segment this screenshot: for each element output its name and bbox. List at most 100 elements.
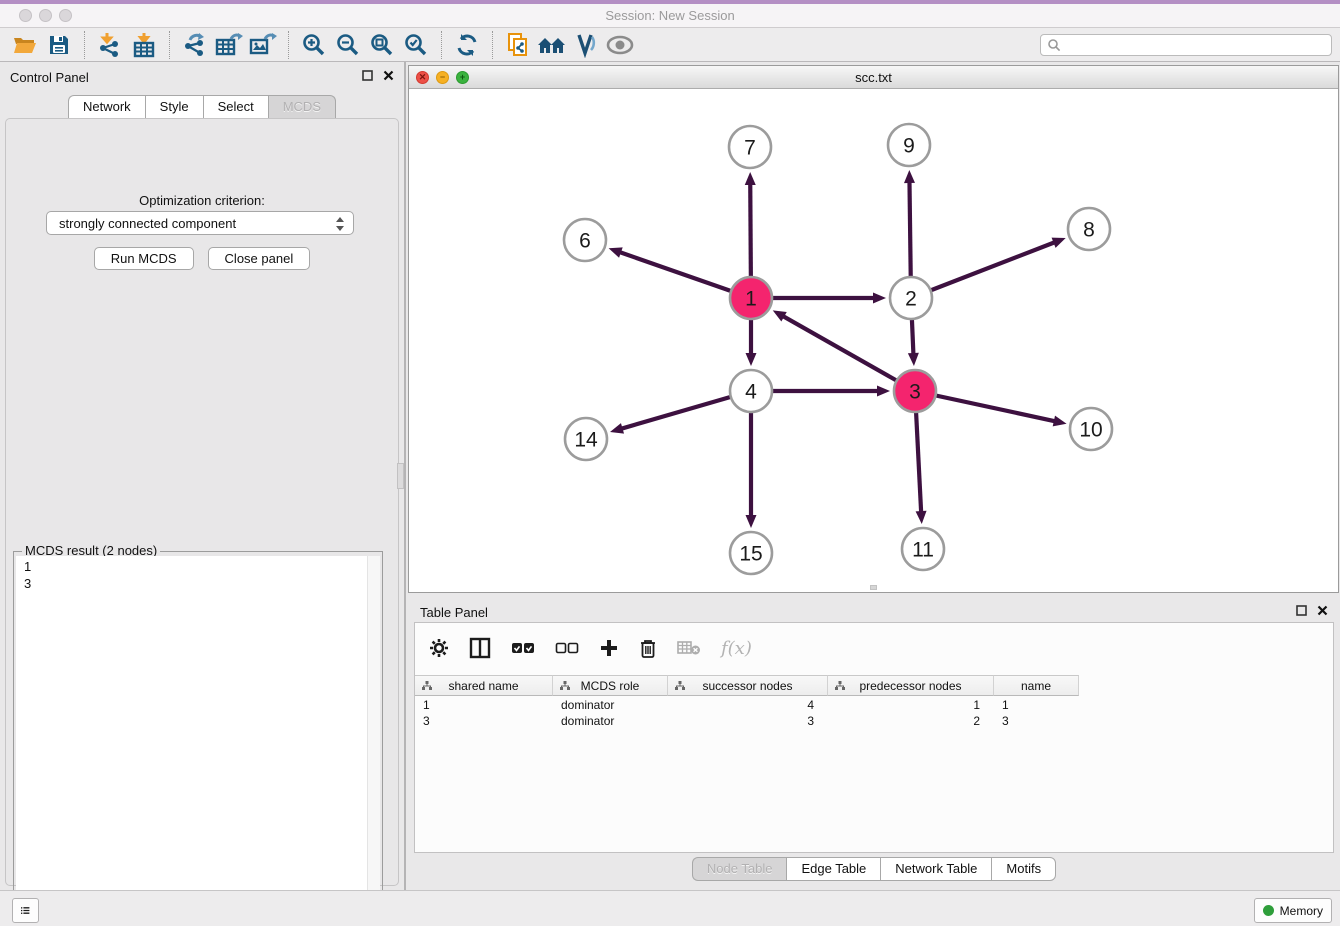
cell-name[interactable]: 3 xyxy=(994,713,1079,729)
cell-successor-nodes[interactable]: 3 xyxy=(668,713,828,729)
zoom-selected-icon[interactable] xyxy=(399,30,433,60)
graph-edge-arrowhead xyxy=(877,386,890,397)
tab-style[interactable]: Style xyxy=(145,95,203,118)
close-icon[interactable] xyxy=(1317,605,1328,616)
table-row[interactable]: 3dominator323 xyxy=(415,713,1079,729)
graph-edge-arrowhead xyxy=(873,293,886,304)
zoom-fit-icon[interactable] xyxy=(365,30,399,60)
tab-node-table[interactable]: Node Table xyxy=(692,857,787,881)
columns-icon[interactable] xyxy=(469,637,491,659)
splitter-handle[interactable] xyxy=(397,463,404,489)
clone-network-icon[interactable] xyxy=(501,30,535,60)
task-history-button[interactable] xyxy=(12,898,39,923)
close-panel-button[interactable]: Close panel xyxy=(208,247,311,270)
open-folder-icon[interactable] xyxy=(8,30,42,60)
cell-predecessor-nodes[interactable]: 2 xyxy=(828,713,994,729)
settings-gear-icon[interactable] xyxy=(429,638,449,658)
graph-node-label-1: 1 xyxy=(745,288,757,311)
trash-icon[interactable] xyxy=(639,638,657,659)
zoom-in-icon[interactable] xyxy=(297,30,331,60)
zoom-out-icon[interactable] xyxy=(331,30,365,60)
tab-motifs[interactable]: Motifs xyxy=(991,857,1056,881)
criterion-value: strongly connected component xyxy=(59,216,236,231)
search-input[interactable] xyxy=(1061,38,1325,52)
float-window-icon[interactable] xyxy=(362,70,373,81)
tab-network[interactable]: Network xyxy=(68,95,145,118)
memory-button[interactable]: Memory xyxy=(1254,898,1332,923)
vizmapper-icon[interactable] xyxy=(569,30,603,60)
control-panel: Control Panel NetworkStyleSelectMCDS Opt… xyxy=(0,62,404,890)
panel-splitter[interactable] xyxy=(404,62,406,890)
float-window-icon[interactable] xyxy=(1296,605,1307,616)
hierarchy-icon xyxy=(560,681,570,691)
cell-MCDS-role[interactable]: dominator xyxy=(553,713,668,729)
graph-node-label-14: 14 xyxy=(574,429,598,452)
graph-node-label-10: 10 xyxy=(1079,419,1102,442)
cell-successor-nodes[interactable]: 4 xyxy=(668,697,828,713)
export-table-icon[interactable] xyxy=(212,30,246,60)
toolbar-separator xyxy=(288,31,289,59)
import-network-icon[interactable] xyxy=(93,30,127,60)
cell-MCDS-role[interactable]: dominator xyxy=(553,697,668,713)
eye-icon[interactable] xyxy=(603,30,637,60)
mcds-result-text[interactable]: 1 3 xyxy=(16,556,380,926)
graph-edge-arrowhead xyxy=(746,515,757,528)
close-icon[interactable] xyxy=(383,70,394,81)
tab-edge-table[interactable]: Edge Table xyxy=(786,857,880,881)
cell-shared-name[interactable]: 3 xyxy=(415,713,553,729)
home-icon[interactable] xyxy=(535,30,569,60)
table-header-row: shared nameMCDS rolesuccessor nodes prede… xyxy=(415,675,1079,696)
column-header-shared-name[interactable]: shared name xyxy=(415,675,553,696)
graph-node-label-3: 3 xyxy=(909,381,921,404)
search-icon xyxy=(1047,38,1061,52)
graph-edge-arrowhead xyxy=(1053,416,1067,427)
graph-edge-3-1[interactable] xyxy=(782,316,915,391)
table-toolbar: f(x) xyxy=(429,633,752,663)
column-header-predecessor-nodes[interactable]: predecessor nodes xyxy=(828,675,994,696)
cell-name[interactable]: 1 xyxy=(994,697,1079,713)
toolbar-separator xyxy=(84,31,85,59)
scrollbar[interactable] xyxy=(367,556,380,926)
export-network-icon[interactable] xyxy=(178,30,212,60)
hierarchy-icon xyxy=(422,681,432,691)
tab-network-table[interactable]: Network Table xyxy=(880,857,991,881)
column-header-successor-nodes[interactable]: successor nodes xyxy=(668,675,828,696)
table-panel: Table Panel xyxy=(408,597,1340,887)
network-canvas[interactable]: 7968124314101511 xyxy=(409,89,1338,592)
run-mcds-button[interactable]: Run MCDS xyxy=(94,247,194,270)
graph-node-label-9: 9 xyxy=(903,135,915,158)
select-all-icon[interactable] xyxy=(511,641,535,655)
canvas-grip-handle[interactable] xyxy=(870,585,877,590)
column-header-name[interactable]: name xyxy=(994,675,1079,696)
control-panel-tabs: NetworkStyleSelectMCDS xyxy=(0,95,404,118)
add-row-icon[interactable] xyxy=(599,638,619,658)
tab-mcds[interactable]: MCDS xyxy=(268,95,336,118)
function-builder-icon[interactable]: f(x) xyxy=(721,638,752,659)
cell-shared-name[interactable]: 1 xyxy=(415,697,553,713)
graph-edge-arrowhead xyxy=(745,172,756,185)
search-field[interactable] xyxy=(1040,34,1332,56)
network-window-title: scc.txt xyxy=(409,70,1338,85)
criterion-select[interactable]: strongly connected component xyxy=(46,211,354,235)
refresh-layout-icon[interactable] xyxy=(450,30,484,60)
table-row[interactable]: 1dominator411 xyxy=(415,697,1079,713)
delete-table-icon[interactable] xyxy=(677,640,701,656)
graph-edge-arrowhead xyxy=(904,170,915,183)
graph-edge-arrowhead xyxy=(916,511,927,524)
stepper-icon xyxy=(335,216,345,232)
cell-predecessor-nodes[interactable]: 1 xyxy=(828,697,994,713)
save-icon[interactable] xyxy=(42,30,76,60)
graph-edge-2-8[interactable] xyxy=(911,242,1055,298)
column-header-MCDS-role[interactable]: MCDS role xyxy=(553,675,668,696)
toolbar-separator xyxy=(492,31,493,59)
memory-status-icon xyxy=(1263,905,1274,916)
graph-node-label-2: 2 xyxy=(905,288,917,311)
column-header-label: predecessor nodes xyxy=(859,679,961,693)
deselect-all-icon[interactable] xyxy=(555,641,579,655)
toolbar-separator xyxy=(169,31,170,59)
import-table-icon[interactable] xyxy=(127,30,161,60)
export-image-icon[interactable] xyxy=(246,30,280,60)
tab-select[interactable]: Select xyxy=(203,95,268,118)
network-window-titlebar[interactable]: ✕ − + scc.txt xyxy=(409,66,1338,89)
memory-button-label: Memory xyxy=(1280,904,1323,918)
